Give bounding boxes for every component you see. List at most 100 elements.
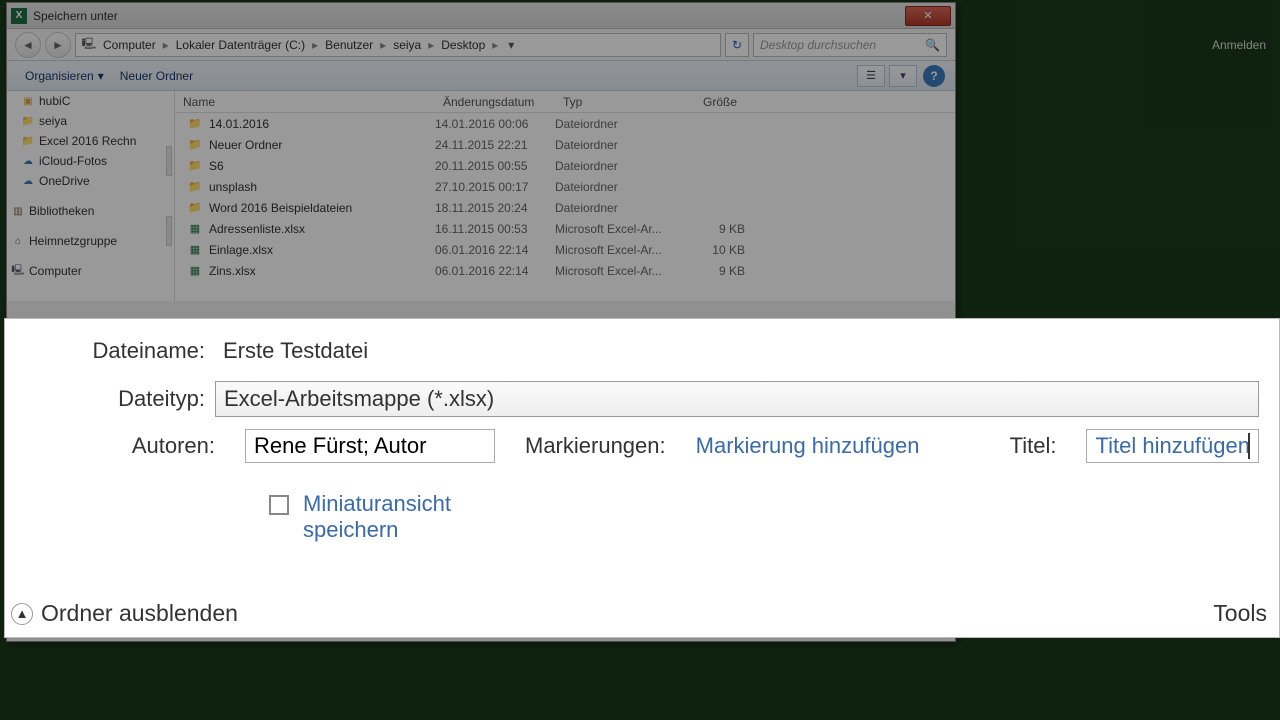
file-name: Word 2016 Beispieldateien: [209, 201, 435, 215]
search-input[interactable]: Desktop durchsuchen 🔍: [753, 33, 947, 57]
authors-input[interactable]: Rene Fürst; Autor: [245, 429, 495, 463]
sidebar-splitter[interactable]: [164, 91, 174, 301]
folder-icon: 📁: [187, 179, 203, 195]
collapse-folders-button[interactable]: ▲: [11, 603, 33, 625]
col-date[interactable]: Änderungsdatum: [435, 95, 555, 109]
file-row[interactable]: 📁14.01.201614.01.2016 00:06Dateiordner: [175, 113, 955, 134]
new-folder-button[interactable]: Neuer Ordner: [112, 66, 201, 86]
file-row[interactable]: ▦Adressenliste.xlsx16.11.2015 00:53Micro…: [175, 218, 955, 239]
column-headers: Name Änderungsdatum Typ Größe: [175, 91, 955, 113]
sidebar-item-icloud[interactable]: ☁iCloud-Fotos: [7, 151, 174, 171]
folder-icon: 📁: [187, 200, 203, 216]
hide-folders-label[interactable]: Ordner ausblenden: [41, 600, 238, 627]
breadcrumb-seg[interactable]: Lokaler Datenträger (C:): [174, 38, 307, 52]
col-name[interactable]: Name: [175, 95, 435, 109]
breadcrumb-seg[interactable]: Desktop: [439, 38, 487, 52]
chevron-right-icon: ▸: [160, 38, 172, 52]
breadcrumb-seg[interactable]: seiya: [391, 38, 423, 52]
chevron-right-icon: ▸: [489, 38, 501, 52]
file-date: 16.11.2015 00:53: [435, 222, 555, 236]
file-size: 10 KB: [675, 243, 745, 257]
close-icon: ✕: [923, 9, 932, 22]
file-type: Dateiordner: [555, 180, 675, 194]
search-placeholder: Desktop durchsuchen: [760, 38, 876, 52]
folder-icon: 📁: [21, 114, 35, 128]
file-size: 9 KB: [675, 222, 745, 236]
chevron-right-icon: ▸: [377, 38, 389, 52]
excel-file-icon: ▦: [187, 263, 203, 279]
file-type: Microsoft Excel-Ar...: [555, 264, 675, 278]
breadcrumb[interactable]: 🖳 Computer▸ Lokaler Datenträger (C:)▸ Be…: [75, 33, 721, 57]
filename-input[interactable]: Erste Testdatei: [215, 333, 1259, 369]
forward-icon: ►: [52, 38, 64, 52]
splitter-handle[interactable]: [166, 146, 172, 176]
file-date: 06.01.2016 22:14: [435, 243, 555, 257]
file-date: 14.01.2016 00:06: [435, 117, 555, 131]
file-row[interactable]: 📁 unsplash27.10.2015 00:17Dateiordner: [175, 176, 955, 197]
file-row[interactable]: 📁Neuer Ordner24.11.2015 22:21Dateiordner: [175, 134, 955, 155]
folder-icon: 📁: [187, 116, 203, 132]
breadcrumb-seg[interactable]: Computer: [101, 38, 158, 52]
file-type: Dateiordner: [555, 201, 675, 215]
sidebar-item-label: Excel 2016 Rechn: [39, 134, 136, 148]
organize-button[interactable]: Organisieren ▾: [17, 66, 112, 86]
breadcrumb-seg[interactable]: Benutzer: [323, 38, 375, 52]
file-date: 06.01.2016 22:14: [435, 264, 555, 278]
authors-label: Autoren:: [25, 433, 215, 459]
toolbar: Organisieren ▾ Neuer Ordner ☰ ▾ ?: [7, 61, 955, 91]
titlebar: X Speichern unter ✕: [7, 3, 955, 29]
title-input[interactable]: Titel hinzufügen: [1086, 429, 1259, 463]
help-button[interactable]: ?: [923, 65, 945, 87]
excel-app-icon: X: [11, 8, 27, 24]
sidebar-item-seiya[interactable]: 📁 seiya: [7, 111, 174, 131]
thumbnail-checkbox[interactable]: [269, 495, 289, 515]
file-row[interactable]: 📁S620.11.2015 00:55Dateiordner: [175, 155, 955, 176]
sidebar-homegroup[interactable]: ⌂Heimnetzgruppe: [7, 231, 174, 251]
tools-button[interactable]: Tools: [1213, 600, 1267, 627]
forward-button[interactable]: ►: [45, 32, 71, 58]
col-type[interactable]: Typ: [555, 95, 675, 109]
sidebar-item-excel[interactable]: 📁Excel 2016 Rechn: [7, 131, 174, 151]
view-button[interactable]: ☰: [857, 65, 885, 87]
file-row[interactable]: ▦Zins.xlsx06.01.2016 22:14Microsoft Exce…: [175, 260, 955, 281]
excel-file-icon: ▦: [187, 242, 203, 258]
view-dropdown[interactable]: ▾: [889, 65, 917, 87]
sidebar-libraries[interactable]: ▥Bibliotheken: [7, 201, 174, 221]
file-type: Dateiordner: [555, 138, 675, 152]
file-row[interactable]: ▦ Einlage.xlsx06.01.2016 22:14Microsoft E…: [175, 239, 955, 260]
excel-file-icon: ▦: [187, 221, 203, 237]
filetype-combo[interactable]: Excel-Arbeitsmappe (*.xlsx): [215, 381, 1259, 417]
close-button[interactable]: ✕: [905, 6, 951, 26]
back-icon: ◄: [22, 38, 34, 52]
refresh-icon: ↻: [732, 38, 742, 52]
sidebar-item-hubic[interactable]: ▣hubiC: [7, 91, 174, 111]
tags-label: Markierungen:: [525, 433, 666, 459]
file-name: unsplash: [209, 180, 435, 194]
col-size[interactable]: Größe: [675, 95, 745, 109]
save-panel: Dateiname: Erste Testdatei Dateityp: Exc…: [4, 318, 1280, 638]
sidebar-item-label: Bibliotheken: [29, 204, 94, 218]
file-row[interactable]: 📁Word 2016 Beispieldateien18.11.2015 20:…: [175, 197, 955, 218]
signin-link[interactable]: Anmelden: [1212, 38, 1266, 52]
organize-label: Organisieren: [25, 69, 94, 83]
breadcrumb-dropdown[interactable]: ▾: [503, 38, 519, 52]
splitter-handle[interactable]: [166, 216, 172, 246]
sidebar-computer[interactable]: 🖳Computer: [7, 261, 174, 281]
nav-row: ◄ ► 🖳 Computer▸ Lokaler Datenträger (C:)…: [7, 29, 955, 61]
homegroup-icon: ⌂: [11, 234, 25, 248]
file-type: Microsoft Excel-Ar...: [555, 243, 675, 257]
file-name: Einlage.xlsx: [209, 243, 435, 257]
file-date: 24.11.2015 22:21: [435, 138, 555, 152]
sidebar-item-label: seiya: [39, 114, 67, 128]
chevron-right-icon: ▸: [309, 38, 321, 52]
sidebar-item-onedrive[interactable]: ☁OneDrive: [7, 171, 174, 191]
file-date: 27.10.2015 00:17: [435, 180, 555, 194]
thumbnail-label: Miniaturansicht speichern: [303, 491, 503, 543]
refresh-button[interactable]: ↻: [725, 33, 749, 57]
chevron-down-icon: ▾: [98, 69, 104, 83]
back-button[interactable]: ◄: [15, 32, 41, 58]
file-type: Dateiordner: [555, 159, 675, 173]
tags-input[interactable]: Markierung hinzufügen: [696, 433, 920, 459]
file-size: 9 KB: [675, 264, 745, 278]
file-name: Neuer Ordner: [209, 138, 435, 152]
